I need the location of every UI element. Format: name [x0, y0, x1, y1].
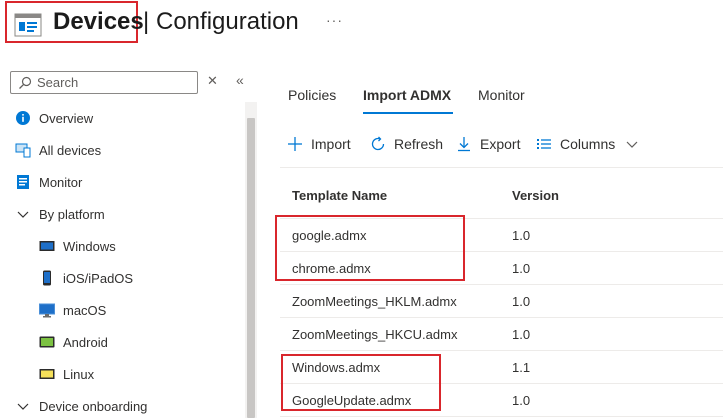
linux-icon: [39, 366, 55, 382]
sidebar-item-label: iOS/iPadOS: [63, 270, 134, 286]
sidebar-item-linux[interactable]: Linux: [39, 358, 94, 390]
sidebar-item-label: macOS: [63, 302, 107, 318]
columns-button[interactable]: Columns: [535, 131, 648, 157]
sidebar-item-macos[interactable]: macOS: [39, 294, 106, 326]
sidebar-item-android[interactable]: Android: [39, 326, 108, 358]
chevron-down-icon: [15, 398, 31, 414]
page-header: Devices | Configuration ···: [0, 0, 723, 56]
tab-policies[interactable]: Policies: [288, 80, 336, 110]
page-title: Devices: [53, 8, 144, 35]
version-cell: 1.0: [512, 261, 531, 276]
sidebar-item-overview[interactable]: Overview: [15, 102, 93, 134]
search-placeholder: Search: [37, 75, 79, 90]
sidebar-item-label: Device onboarding: [39, 398, 148, 414]
import-label: Import: [311, 136, 351, 152]
import-button[interactable]: Import: [286, 131, 351, 157]
template-name-cell: ZoomMeetings_HKLM.admx: [292, 294, 457, 309]
sidebar-item-label: Android: [63, 334, 108, 350]
chevron-down-icon: [15, 206, 31, 222]
sidebar-item-all-devices[interactable]: All devices: [15, 134, 101, 166]
table-row[interactable]: ZoomMeetings_HKLM.admx 1.0: [280, 285, 723, 318]
sidebar-item-monitor[interactable]: Monitor: [15, 166, 82, 198]
chevron-down-icon: [623, 135, 641, 153]
active-tab-indicator: [363, 112, 453, 114]
android-icon: [39, 334, 55, 350]
sidebar-item-device-onboarding[interactable]: Device onboarding: [15, 390, 147, 418]
devices-icon: [15, 142, 31, 158]
collapse-sidebar-icon[interactable]: «: [236, 72, 244, 88]
table-row[interactable]: ZoomMeetings_HKCU.admx 1.0: [280, 318, 723, 351]
refresh-label: Refresh: [394, 136, 444, 152]
sidebar-item-label: Overview: [39, 110, 94, 126]
sidebar-item-ios[interactable]: iOS/iPadOS: [39, 262, 133, 294]
refresh-icon: [369, 135, 387, 153]
version-cell: 1.1: [512, 360, 531, 375]
column-header-template-name[interactable]: Template Name: [292, 188, 387, 203]
sidebar-scrollbar[interactable]: [245, 102, 257, 418]
version-cell: 1.0: [512, 393, 531, 408]
monitor-icon: [15, 174, 31, 190]
devices-config-icon: [14, 13, 42, 37]
highlight-box-google-chrome: [275, 215, 465, 281]
search-icon: [19, 76, 32, 89]
tab-monitor[interactable]: Monitor: [478, 80, 525, 110]
sidebar-item-label: Windows: [63, 238, 116, 254]
more-options-button[interactable]: ···: [326, 12, 343, 28]
sidebar-item-by-platform[interactable]: By platform: [15, 198, 105, 230]
tab-import-admx[interactable]: Import ADMX: [363, 80, 451, 110]
ios-icon: [39, 270, 55, 286]
toolbar-divider: [280, 167, 723, 168]
sidebar-item-windows[interactable]: Windows: [39, 230, 116, 262]
sidebar-item-label: Linux: [63, 366, 95, 382]
download-icon: [455, 135, 473, 153]
sidebar-item-label: By platform: [39, 206, 105, 222]
export-label: Export: [480, 136, 521, 152]
info-icon: [15, 110, 31, 126]
template-name-cell: ZoomMeetings_HKCU.admx: [292, 327, 458, 342]
column-header-version[interactable]: Version: [512, 188, 559, 203]
columns-label: Columns: [560, 136, 616, 152]
close-icon[interactable]: ✕: [207, 73, 218, 89]
sidebar-item-label: All devices: [39, 142, 102, 158]
title-separator: |: [143, 8, 150, 35]
highlight-box-windows-googleupdate: [281, 354, 441, 411]
version-cell: 1.0: [512, 327, 531, 342]
export-button[interactable]: Export: [455, 131, 520, 157]
version-cell: 1.0: [512, 294, 531, 309]
columns-list-icon: [535, 135, 553, 153]
plus-icon: [286, 135, 304, 153]
scrollbar-thumb[interactable]: [247, 118, 255, 418]
sidebar-item-label: Monitor: [39, 174, 83, 190]
macos-icon: [39, 302, 55, 318]
windows-icon: [39, 238, 55, 254]
page-subtitle: Configuration: [156, 8, 299, 35]
search-input[interactable]: Search: [10, 71, 198, 94]
refresh-button[interactable]: Refresh: [369, 131, 443, 157]
version-cell: 1.0: [512, 228, 531, 243]
